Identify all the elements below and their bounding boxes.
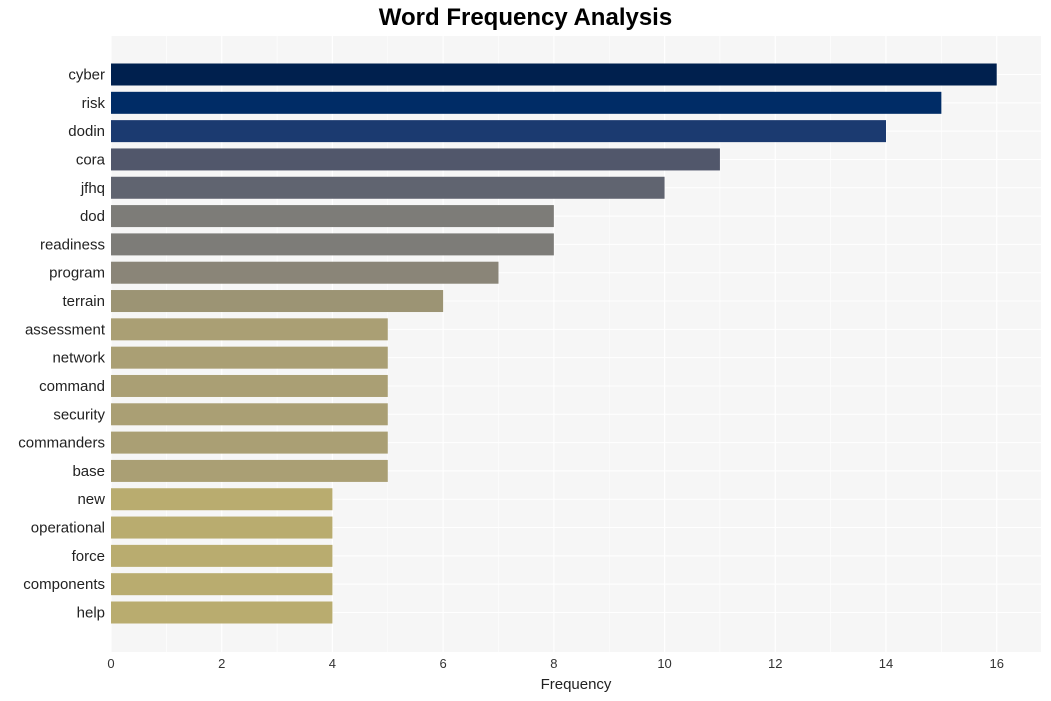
x-tick-label: 16 xyxy=(989,656,1003,671)
category-label: readiness xyxy=(40,236,105,253)
bar-operational xyxy=(111,516,333,539)
bar-new xyxy=(111,488,333,511)
category-label: network xyxy=(52,350,105,367)
bar-help xyxy=(111,601,333,624)
category-label: commanders xyxy=(18,435,105,452)
bar-command xyxy=(111,374,388,397)
bar-chart: cyber risk dodin cora jfhq dod readiness progra… xyxy=(18,36,1041,693)
x-axis-title: Frequency xyxy=(541,676,612,693)
category-label: new xyxy=(77,491,105,508)
bar-cora xyxy=(111,148,720,171)
x-tick-label: 14 xyxy=(879,656,893,671)
category-label: components xyxy=(23,576,105,593)
bar-assessment xyxy=(111,318,388,341)
x-tick-label: 12 xyxy=(768,656,782,671)
x-tick-label: 2 xyxy=(218,656,225,671)
bar-readiness xyxy=(111,233,554,256)
category-label: program xyxy=(49,265,105,282)
x-tick-labels: 0 2 4 6 8 10 12 14 16 xyxy=(107,656,1004,671)
category-label: force xyxy=(72,548,105,565)
x-tick-label: 6 xyxy=(440,656,447,671)
category-label: cora xyxy=(76,151,106,168)
category-label: jfhq xyxy=(80,180,105,197)
category-label: dodin xyxy=(68,123,105,140)
category-label: assessment xyxy=(25,321,106,338)
category-label: dod xyxy=(80,208,105,225)
category-label: command xyxy=(39,378,105,395)
bar-network xyxy=(111,346,388,369)
category-label: operational xyxy=(31,520,105,537)
bar-jfhq xyxy=(111,176,665,199)
category-labels: cyber risk dodin cora jfhq dod readiness progra… xyxy=(18,67,106,622)
bar-dod xyxy=(111,205,554,228)
bar-components xyxy=(111,573,333,596)
bar-program xyxy=(111,261,499,284)
category-label: cyber xyxy=(68,67,105,84)
bar-risk xyxy=(111,91,942,114)
x-tick-label: 4 xyxy=(329,656,336,671)
bar-terrain xyxy=(111,290,444,313)
category-label: terrain xyxy=(62,293,105,310)
bar-force xyxy=(111,544,333,567)
x-tick-label: 0 xyxy=(107,656,114,671)
category-label: risk xyxy=(82,95,106,112)
bar-commanders xyxy=(111,431,388,454)
bar-security xyxy=(111,403,388,426)
bar-dodin xyxy=(111,120,886,143)
category-label: base xyxy=(72,463,105,480)
x-tick-label: 8 xyxy=(550,656,557,671)
bar-cyber xyxy=(111,63,997,86)
x-tick-label: 10 xyxy=(657,656,671,671)
category-label: security xyxy=(53,406,105,423)
category-label: help xyxy=(77,605,105,622)
bar-base xyxy=(111,459,388,482)
